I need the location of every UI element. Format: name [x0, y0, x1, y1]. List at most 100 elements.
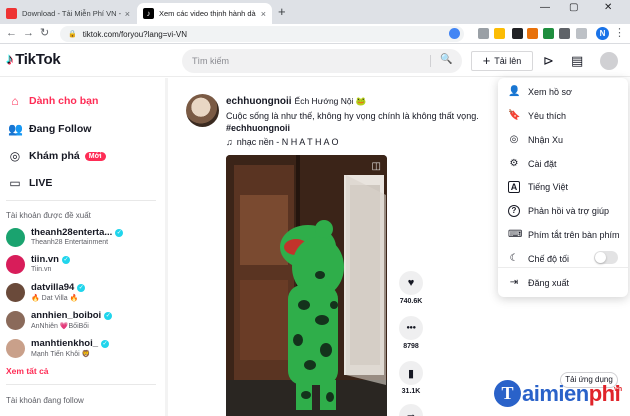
sidebar-scrollbar[interactable] — [165, 78, 168, 416]
extension-icon[interactable] — [527, 28, 538, 39]
language-icon: A — [508, 181, 520, 193]
verified-icon: ✓ — [61, 256, 70, 264]
moon-icon: ☾ — [509, 253, 519, 264]
browser-tab-tiktok[interactable]: ♪ Xem các video thịnh hành dà × — [137, 3, 272, 24]
search-placeholder: Tìm kiếm — [192, 56, 229, 66]
music-title: nhạc nền - N H A T H A O — [236, 137, 339, 147]
suggested-account[interactable]: theanh28enterta... ✓ Theanh28 Entertainme… — [6, 226, 156, 252]
kebab-menu-icon[interactable]: ⋮ — [614, 27, 625, 40]
tab-close-icon[interactable]: × — [125, 9, 130, 19]
tiktok-logo[interactable]: ♪ TikTok — [6, 51, 61, 68]
post-caption: Cuộc sống là như thế, không hy vọng chín… — [226, 111, 479, 121]
menu-item-feedback[interactable]: ? Phản hồi và trợ giúp — [508, 205, 609, 217]
like-button[interactable]: ♥ 740.6K — [397, 271, 425, 305]
menu-item-label: Phím tắt trên bàn phím — [528, 229, 620, 240]
live-icon: ▭ — [9, 176, 21, 190]
browser-profile-avatar[interactable]: N — [596, 27, 609, 40]
post-hashtag[interactable]: #echhuongnoii — [226, 123, 290, 133]
share-button[interactable]: ➦ — [397, 404, 425, 416]
tab-close-icon[interactable]: × — [261, 9, 266, 19]
save-button[interactable]: ▮ 31.1K — [397, 361, 425, 395]
following-accounts-title: Tài khoản đang follow — [6, 396, 84, 405]
extension-icon[interactable] — [512, 28, 523, 39]
tiktok-header: ♪ TikTok Tìm kiếm 🔍 + Tải lên ⊳ ▤ — [0, 45, 630, 77]
maximize-button[interactable]: ▢ — [569, 2, 578, 13]
post-author-avatar[interactable] — [186, 94, 219, 127]
watermark-vn: .vn — [612, 386, 623, 393]
account-username: datvilla94 — [31, 282, 75, 293]
taimienphi-favicon-icon — [6, 8, 17, 19]
minimize-button[interactable]: — — [540, 2, 550, 13]
search-icon[interactable]: 🔍 — [440, 54, 452, 65]
menu-divider — [498, 267, 628, 268]
menu-item-get-coins[interactable]: ◎ Nhận Xu — [508, 134, 563, 145]
menu-item-logout[interactable]: ⇥ Đăng xuất — [508, 277, 569, 288]
menu-item-label: Đăng xuất — [528, 277, 570, 288]
suggested-account[interactable]: datvilla94 ✓ 🔥 Dat Villa 🔥 — [6, 281, 156, 307]
post-music[interactable]: ♫ nhạc nền - N H A T H A O — [226, 137, 338, 147]
menu-item-language[interactable]: A Tiếng Việt — [508, 181, 568, 193]
address-bar[interactable]: 🔒 tiktok.com/foryou?lang=vi-VN — [60, 26, 464, 42]
forward-arrow-icon[interactable]: → — [23, 27, 34, 40]
sidebar-item-following[interactable]: 👥 Đang Follow — [8, 122, 91, 136]
see-all-link[interactable]: Xem tất cả — [6, 366, 49, 376]
video-player[interactable]: ◫ — [226, 155, 387, 416]
account-username: annhien_boiboi — [31, 310, 102, 321]
suggested-accounts-title: Tài khoản được đề xuất — [6, 211, 91, 220]
menu-item-dark-mode[interactable]: ☾ Chế độ tối — [508, 253, 570, 264]
suggested-account[interactable]: annhien_boiboi ✓ AnNhiên 💗BốiBối — [6, 309, 156, 335]
menu-item-settings[interactable]: ⚙ Cài đặt — [508, 158, 557, 169]
menu-item-keyboard-shortcuts[interactable]: ⌨ Phím tắt trên bàn phím — [508, 229, 620, 240]
search-input[interactable]: Tìm kiếm 🔍 — [182, 49, 462, 73]
share-icon[interactable] — [478, 28, 489, 39]
menu-item-favorites[interactable]: 🔖 Yêu thích — [508, 110, 566, 121]
send-message-icon[interactable]: ⊳ — [543, 53, 554, 69]
suggested-account[interactable]: tiin.vn ✓ Tiin.vn — [6, 253, 156, 279]
post-author[interactable]: echhuongnoii Ếch Hướng Nội 🐸 — [226, 96, 366, 107]
tab-title: Download - Tải Miễn Phí VN - Ph — [22, 9, 121, 18]
upload-label: Tải lên — [494, 56, 522, 66]
avatar — [6, 339, 25, 358]
reload-icon[interactable]: ↻ — [40, 27, 49, 40]
people-icon: 👥 — [8, 122, 23, 136]
account-display-name: AnNhiên 💗BốiBối — [31, 323, 89, 330]
sidebar-item-for-you[interactable]: ⌂ Dành cho bạn — [8, 94, 98, 108]
new-tab-button[interactable]: + — [278, 4, 286, 19]
like-count: 740.6K — [399, 298, 423, 305]
close-window-button[interactable]: ✕ — [604, 2, 612, 13]
sidebar: ⌂ Dành cho bạn 👥 Đang Follow ◎ Khám phá … — [0, 78, 160, 416]
account-display-name: Theanh28 Entertainment — [31, 239, 109, 246]
user-avatar[interactable] — [600, 52, 618, 70]
side-panel-icon[interactable] — [576, 28, 587, 39]
browser-toolbar: ← → ↻ 🔒 tiktok.com/foryou?lang=vi-VN N ⋮ — [0, 24, 630, 44]
camera-icon[interactable]: ◫ — [372, 161, 381, 172]
extension-icon[interactable] — [543, 28, 554, 39]
tiktok-note-icon: ♪ — [6, 51, 14, 68]
upload-button[interactable]: + Tải lên — [471, 51, 533, 71]
sidebar-item-live[interactable]: ▭ LIVE — [8, 176, 52, 190]
dark-mode-toggle[interactable] — [594, 251, 618, 264]
account-username: manhtienkhoi_ — [31, 338, 99, 349]
menu-item-label: Tiếng Việt — [528, 182, 569, 192]
help-icon: ? — [508, 205, 520, 217]
back-arrow-icon[interactable]: ← — [6, 27, 17, 40]
menu-item-label: Cài đặt — [528, 158, 557, 169]
menu-item-view-profile[interactable]: 👤 Xem hồ sơ — [508, 86, 572, 97]
bookmark-star-icon[interactable] — [494, 28, 505, 39]
puzzle-icon[interactable] — [559, 28, 570, 39]
suggested-account[interactable]: manhtienkhoi_ ✓ Mạnh Tiến Khôi 🦁 — [6, 337, 156, 363]
post-username: echhuongnoii — [226, 96, 292, 107]
save-count: 31.1K — [401, 388, 421, 395]
home-icon: ⌂ — [11, 94, 19, 108]
comment-button[interactable]: ●●● 8798 — [397, 316, 425, 350]
avatar — [6, 283, 25, 302]
gear-icon: ⚙ — [509, 158, 519, 169]
sidebar-divider — [6, 200, 156, 201]
google-icon[interactable] — [449, 28, 460, 39]
menu-item-label: Chế độ tối — [528, 253, 570, 264]
browser-tab-download[interactable]: Download - Tải Miễn Phí VN - Ph × — [0, 3, 136, 24]
sidebar-item-explore[interactable]: ◎ Khám phá Mới — [8, 149, 106, 163]
tiktok-favicon-icon: ♪ — [143, 8, 154, 19]
verified-icon: ✓ — [115, 229, 124, 237]
inbox-icon[interactable]: ▤ — [571, 53, 583, 69]
